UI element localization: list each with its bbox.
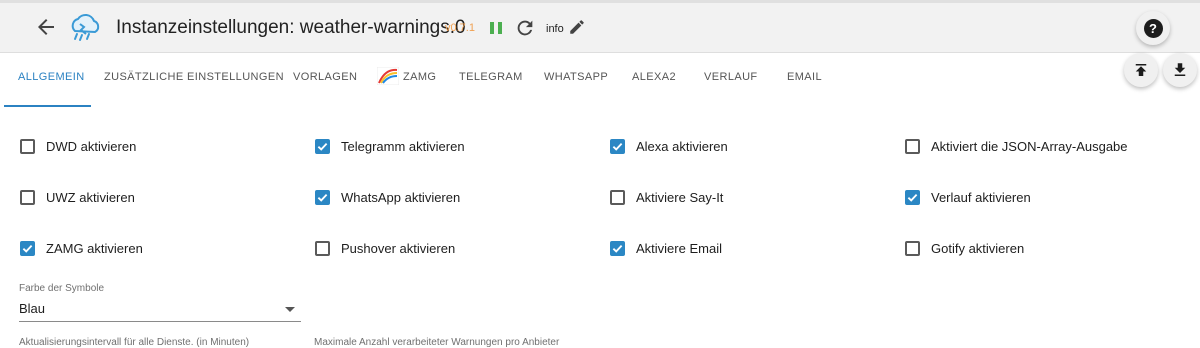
check-icon	[907, 193, 918, 202]
checkbox-label: UWZ aktivieren	[46, 190, 135, 205]
symbol-color-value: Blau	[19, 301, 46, 316]
max-warnings-label: Maximale Anzahl verarbeiteter Warnungen …	[314, 337, 560, 348]
checkbox-box[interactable]	[20, 241, 35, 256]
tab-verlauf[interactable]: VERLAUF	[704, 55, 758, 107]
check-icon	[612, 244, 623, 253]
zamg-logo-icon	[377, 66, 399, 85]
header-bar: Instanzeinstellungen: weather-warnings.0…	[0, 3, 1200, 53]
help-button[interactable]: ?	[1136, 11, 1170, 45]
checkbox-email[interactable]: Aktiviere Email	[610, 241, 722, 256]
pause-icon[interactable]	[487, 18, 505, 38]
checkbox-box[interactable]	[610, 139, 625, 154]
checkbox-zamg[interactable]: ZAMG aktivieren	[20, 241, 143, 256]
checkbox-json-array[interactable]: Aktiviert die JSON-Array-Ausgabe	[905, 139, 1128, 154]
checkbox-pushover[interactable]: Pushover aktivieren	[315, 241, 455, 256]
dropdown-arrow-icon	[285, 307, 295, 312]
checkbox-box[interactable]	[315, 241, 330, 256]
checkbox-label: Telegramm aktivieren	[341, 139, 465, 154]
interval-label: Aktualisierungsintervall für alle Dienst…	[19, 337, 250, 348]
tab-zusaetzliche-einstellungen[interactable]: ZUSÄTZLICHE EINSTELLUNGEN	[104, 55, 284, 107]
checkbox-box[interactable]	[20, 190, 35, 205]
version-badge: v0.7.1	[445, 22, 475, 34]
info-label: info	[546, 23, 564, 35]
weather-logo-icon	[71, 14, 100, 41]
checkbox-label: Verlauf aktivieren	[931, 190, 1031, 205]
checkbox-box[interactable]	[315, 190, 330, 205]
back-arrow-icon[interactable]	[34, 15, 58, 39]
tab-allgemein[interactable]: ALLGEMEIN	[18, 55, 85, 107]
reload-icon[interactable]	[514, 17, 536, 39]
tab-vorlagen[interactable]: VORLAGEN	[293, 55, 357, 107]
checkbox-box[interactable]	[315, 139, 330, 154]
checkbox-whatsapp[interactable]: WhatsApp aktivieren	[315, 190, 460, 205]
checkbox-box[interactable]	[905, 190, 920, 205]
checkbox-dwd[interactable]: DWD aktivieren	[20, 139, 136, 154]
tab-telegram[interactable]: TELEGRAM	[459, 55, 523, 107]
page-title: Instanzeinstellungen: weather-warnings.0	[116, 17, 466, 38]
pencil-icon[interactable]	[568, 18, 586, 36]
checkbox-label: WhatsApp aktivieren	[341, 190, 461, 205]
checkbox-label: Alexa aktivieren	[636, 139, 728, 154]
checkbox-gotify[interactable]: Gotify aktivieren	[905, 241, 1024, 256]
help-icon: ?	[1143, 18, 1163, 38]
upload-icon	[1135, 64, 1147, 76]
symbol-color-select[interactable]: Blau	[19, 298, 301, 322]
checkbox-box[interactable]	[610, 241, 625, 256]
checkbox-box[interactable]	[610, 190, 625, 205]
tab-bar: ALLGEMEIN ZUSÄTZLICHE EINSTELLUNGEN VORL…	[0, 55, 1120, 107]
checkbox-say-it[interactable]: Aktiviere Say-It	[610, 190, 723, 205]
checkbox-label: Aktiviere Say-It	[636, 190, 724, 205]
symbol-color-label: Farbe der Symbole	[19, 283, 105, 294]
checkbox-label: ZAMG aktivieren	[46, 241, 143, 256]
check-icon	[22, 244, 33, 253]
download-button[interactable]	[1163, 53, 1197, 87]
tab-zamg[interactable]: ZAMG	[377, 55, 436, 107]
tab-alexa2[interactable]: ALEXA2	[632, 55, 676, 107]
active-tab-indicator	[4, 105, 91, 107]
checkbox-label: Pushover aktivieren	[341, 241, 456, 256]
check-icon	[317, 142, 328, 151]
upload-button[interactable]	[1124, 53, 1158, 87]
download-icon	[1174, 63, 1186, 76]
checkbox-label: Aktiviere Email	[636, 241, 722, 256]
checkbox-alexa[interactable]: Alexa aktivieren	[610, 139, 728, 154]
checkbox-label: DWD aktivieren	[46, 139, 137, 154]
check-icon	[612, 142, 623, 151]
checkbox-telegramm[interactable]: Telegramm aktivieren	[315, 139, 465, 154]
check-icon	[317, 193, 328, 202]
checkbox-box[interactable]	[905, 139, 920, 154]
tab-email[interactable]: EMAIL	[787, 55, 822, 107]
tab-zamg-label: ZAMG	[403, 71, 437, 83]
tab-whatsapp[interactable]: WHATSAPP	[544, 55, 608, 107]
checkbox-label: Aktiviert die JSON-Array-Ausgabe	[931, 139, 1128, 154]
checkbox-uwz[interactable]: UWZ aktivieren	[20, 190, 135, 205]
checkbox-box[interactable]	[905, 241, 920, 256]
checkbox-box[interactable]	[20, 139, 35, 154]
checkbox-label: Gotify aktivieren	[931, 241, 1025, 256]
checkbox-verlauf[interactable]: Verlauf aktivieren	[905, 190, 1031, 205]
